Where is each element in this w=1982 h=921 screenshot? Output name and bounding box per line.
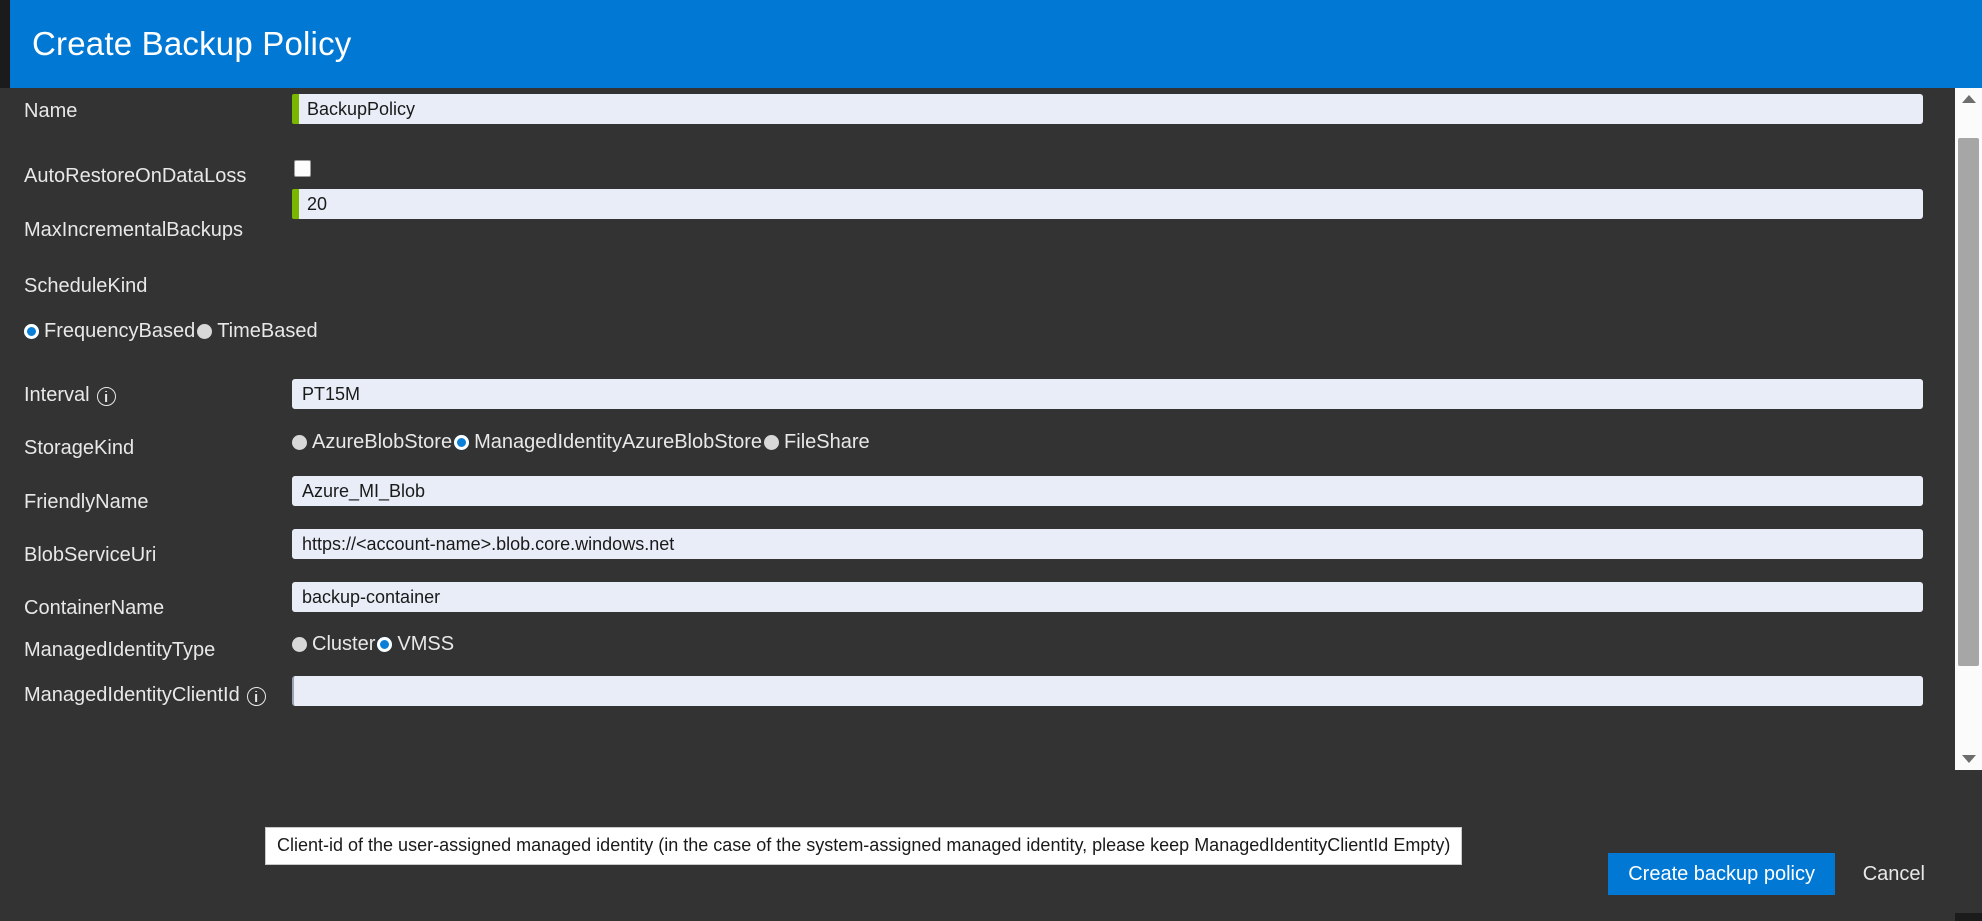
radio-cluster[interactable]: Cluster xyxy=(292,633,377,656)
schedule-kind-label: ScheduleKind xyxy=(24,275,147,298)
friendly-name-input[interactable] xyxy=(292,476,1923,506)
name-label-text: Name xyxy=(24,100,77,123)
auto-restore-label: AutoRestoreOnDataLoss xyxy=(24,165,246,188)
storage-kind-label-text: StorageKind xyxy=(24,437,134,460)
radio-dot-icon xyxy=(292,435,307,450)
radio-dot-icon xyxy=(292,637,307,652)
blob-service-uri-label: BlobServiceUri xyxy=(24,544,156,567)
scrollbar-bottom-pad xyxy=(1955,770,1982,833)
managed-identity-type-label-text: ManagedIdentityType xyxy=(24,639,215,662)
radio-vmss-label: VMSS xyxy=(397,633,454,656)
managed-identity-client-id-input[interactable] xyxy=(292,676,1923,706)
name-label: Name xyxy=(24,100,77,123)
vertical-scrollbar[interactable] xyxy=(1955,88,1982,833)
container-name-input[interactable] xyxy=(292,582,1923,612)
triangle-up-icon xyxy=(1962,95,1976,103)
max-incremental-input[interactable] xyxy=(292,189,1923,219)
managed-identity-type-radio-group[interactable]: Cluster VMSS xyxy=(292,633,456,656)
dialog-title-bar: Create Backup Policy xyxy=(10,0,1982,88)
name-input[interactable] xyxy=(292,94,1923,124)
triangle-down-icon xyxy=(1962,755,1976,763)
radio-dot-icon xyxy=(377,637,392,652)
max-incremental-label-text: MaxIncrementalBackups xyxy=(24,219,243,242)
page-title: Create Backup Policy xyxy=(10,25,351,63)
radio-dot-icon xyxy=(764,435,779,450)
radio-frequency-based-label: FrequencyBased xyxy=(44,320,195,343)
info-circle-icon[interactable] xyxy=(97,387,116,406)
radio-vmss[interactable]: VMSS xyxy=(377,633,456,656)
friendly-name-label: FriendlyName xyxy=(24,491,148,514)
cancel-button[interactable]: Cancel xyxy=(1857,853,1931,895)
scrollbar-thumb[interactable] xyxy=(1958,138,1979,666)
radio-time-based-label: TimeBased xyxy=(217,320,317,343)
blob-service-uri-label-text: BlobServiceUri xyxy=(24,544,156,567)
max-incremental-label: MaxIncrementalBackups xyxy=(24,219,243,242)
container-name-label: ContainerName xyxy=(24,597,164,620)
radio-managed-identity-azure-blob-store-label: ManagedIdentityAzureBlobStore xyxy=(474,431,762,454)
radio-dot-icon xyxy=(454,435,469,450)
interval-label: Interval xyxy=(24,384,116,407)
radio-file-share-label: FileShare xyxy=(784,431,870,454)
tooltip: Client-id of the user-assigned managed i… xyxy=(265,827,1462,865)
container-name-label-text: ContainerName xyxy=(24,597,164,620)
schedule-kind-radio-group[interactable]: FrequencyBased TimeBased xyxy=(24,320,320,343)
radio-dot-icon xyxy=(24,324,39,339)
radio-frequency-based[interactable]: FrequencyBased xyxy=(24,320,197,343)
create-backup-policy-dialog: Create Backup Policy Name AutoRestoreOnD… xyxy=(0,0,1982,921)
storage-kind-label: StorageKind xyxy=(24,437,134,460)
create-backup-policy-button[interactable]: Create backup policy xyxy=(1608,853,1835,895)
radio-managed-identity-azure-blob-store[interactable]: ManagedIdentityAzureBlobStore xyxy=(454,431,764,454)
scroll-down-button[interactable] xyxy=(1955,748,1982,770)
radio-dot-icon xyxy=(197,324,212,339)
managed-identity-client-id-label: ManagedIdentityClientId xyxy=(24,684,266,707)
auto-restore-checkbox[interactable] xyxy=(294,160,311,177)
radio-file-share[interactable]: FileShare xyxy=(764,431,872,454)
interval-label-text: Interval xyxy=(24,384,90,407)
auto-restore-label-text: AutoRestoreOnDataLoss xyxy=(24,165,246,188)
info-circle-icon[interactable] xyxy=(247,687,266,706)
friendly-name-label-text: FriendlyName xyxy=(24,491,148,514)
radio-time-based[interactable]: TimeBased xyxy=(197,320,319,343)
scroll-up-button[interactable] xyxy=(1955,88,1982,110)
managed-identity-client-id-label-text: ManagedIdentityClientId xyxy=(24,684,240,707)
storage-kind-radio-group[interactable]: AzureBlobStore ManagedIdentityAzureBlobS… xyxy=(292,431,872,454)
radio-azure-blob-store-label: AzureBlobStore xyxy=(312,431,452,454)
radio-azure-blob-store[interactable]: AzureBlobStore xyxy=(292,431,454,454)
managed-identity-type-label: ManagedIdentityType xyxy=(24,639,215,662)
interval-input[interactable] xyxy=(292,379,1923,409)
form-body: Name AutoRestoreOnDataLoss MaxIncrementa… xyxy=(0,88,1955,833)
blob-service-uri-input[interactable] xyxy=(292,529,1923,559)
radio-cluster-label: Cluster xyxy=(312,633,375,656)
